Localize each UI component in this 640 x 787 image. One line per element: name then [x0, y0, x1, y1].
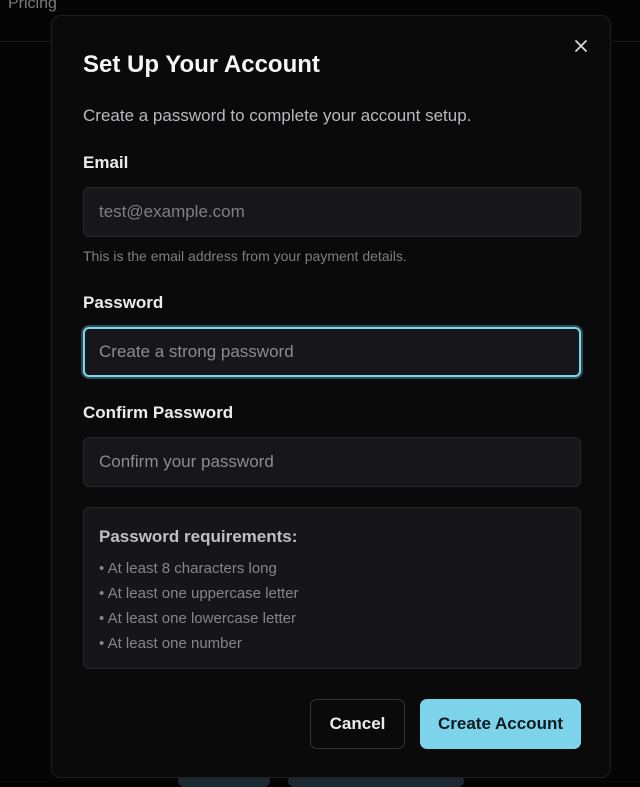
confirm-password-field[interactable] [83, 437, 581, 487]
email-label: Email [83, 153, 129, 172]
setup-account-dialog: Set Up Your Account Create a password to… [51, 15, 611, 778]
requirement-item: • At least one number [99, 635, 242, 652]
nav-link-pricing: Pricing [8, 0, 57, 12]
email-hint: This is the email address from your paym… [83, 248, 407, 264]
requirements-list: • At least 8 characters long • At least … [99, 560, 299, 660]
email-field[interactable] [83, 187, 581, 237]
dialog-title: Set Up Your Account [83, 51, 320, 78]
close-icon [575, 40, 587, 52]
password-requirements: Password requirements: • At least 8 char… [83, 507, 581, 669]
requirement-item: • At least 8 characters long [99, 560, 277, 577]
dialog-description: Create a password to complete your accou… [83, 106, 472, 125]
requirements-title: Password requirements: [99, 527, 298, 546]
requirement-item: • At least one uppercase letter [99, 585, 299, 602]
password-field[interactable] [83, 327, 581, 377]
cancel-button[interactable]: Cancel [310, 699, 405, 749]
password-label: Password [83, 293, 164, 312]
requirement-item: • At least one lowercase letter [99, 610, 297, 627]
close-button[interactable] [569, 34, 593, 58]
create-account-button[interactable]: Create Account [420, 699, 581, 749]
confirm-password-label: Confirm Password [83, 403, 234, 422]
